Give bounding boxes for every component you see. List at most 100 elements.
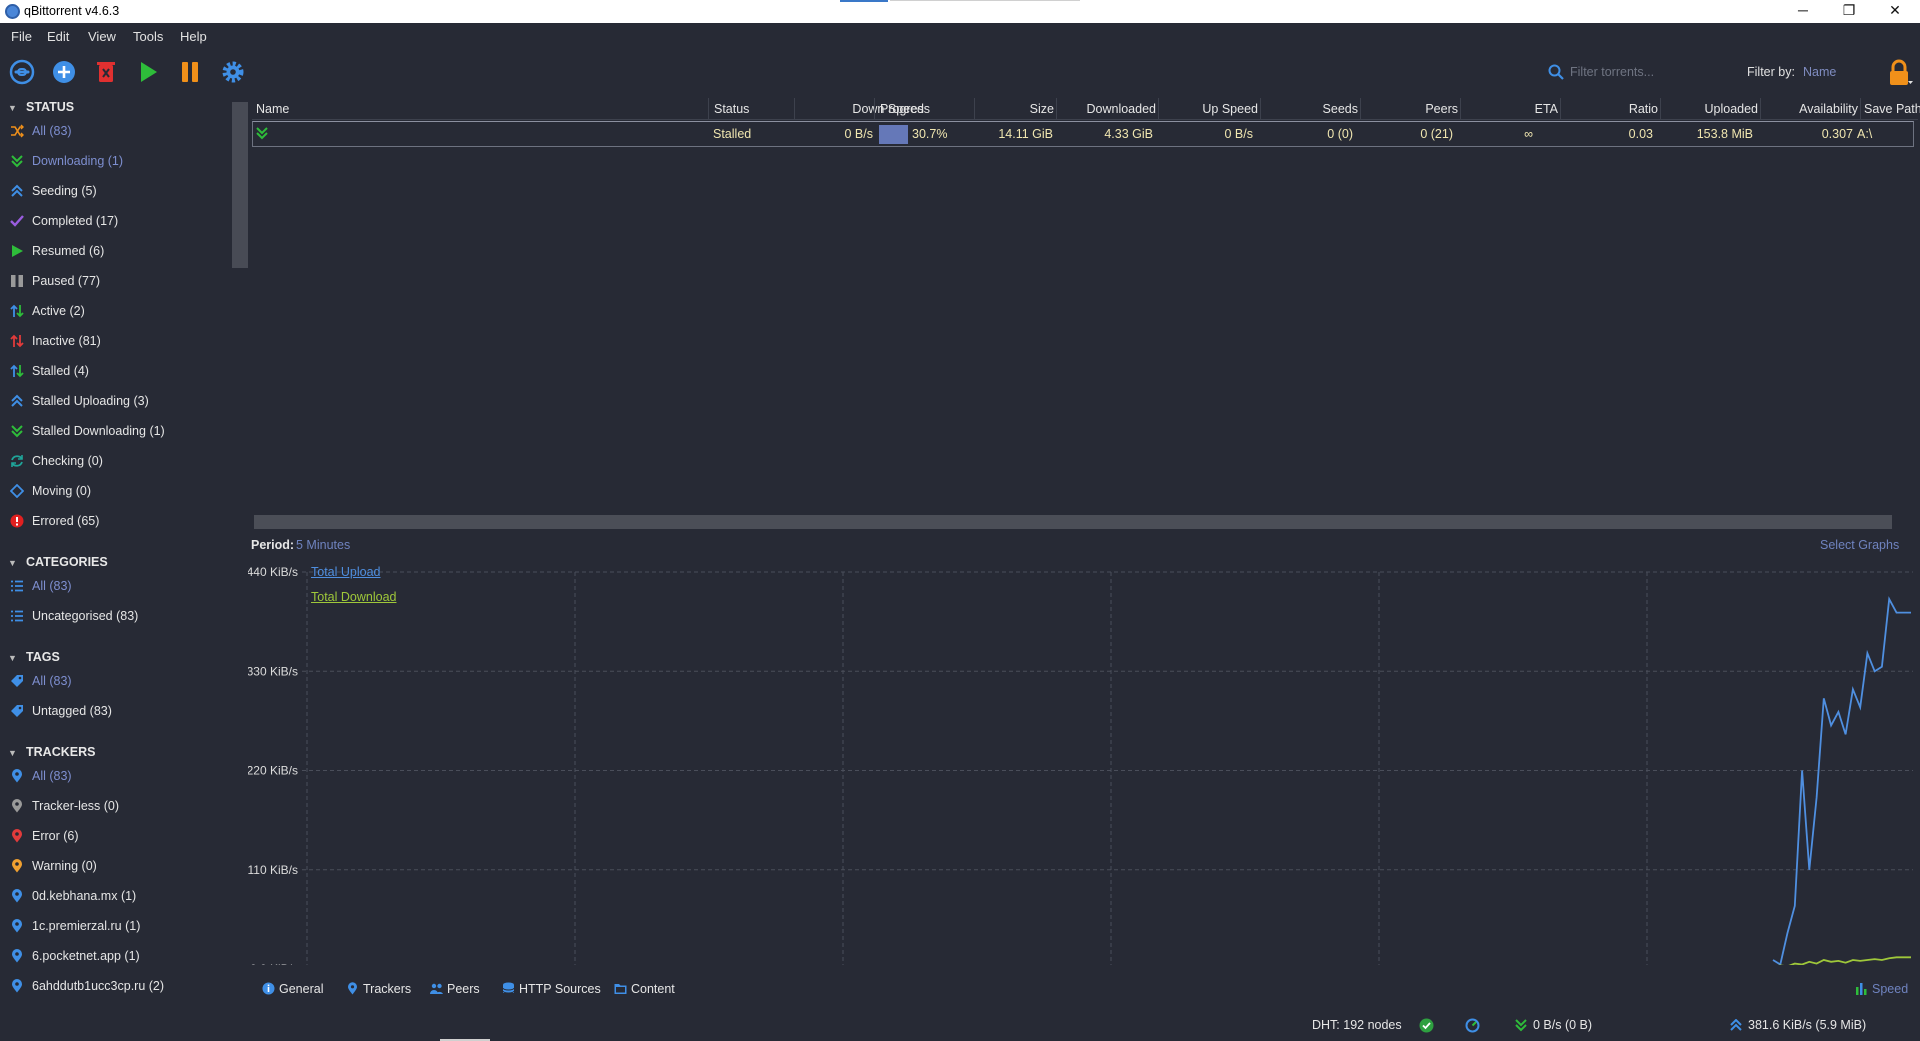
column-divider[interactable] [794, 98, 795, 120]
upload-speed-status[interactable]: 381.6 KiB/s (5.9 MiB) [1748, 1018, 1866, 1032]
tab-content[interactable]: Content [614, 982, 675, 996]
sidebar-item-paused[interactable]: Paused (77) [10, 273, 230, 293]
period-select[interactable]: 5 Minutes [296, 538, 350, 552]
up-down-arrows-icon [10, 364, 24, 378]
add-torrent-link-icon[interactable] [9, 59, 35, 85]
tab-general[interactable]: General [262, 982, 323, 996]
tab-trackers[interactable]: Trackers [346, 982, 411, 996]
sidebar-item-status-all[interactable]: All (83) [10, 123, 230, 143]
sidebar-item-downloading[interactable]: Downloading (1) [10, 153, 230, 173]
filter-torrents-input[interactable] [1570, 63, 1720, 81]
menu-help[interactable]: Help [180, 29, 207, 44]
sidebar-item-label: Error (6) [32, 829, 79, 843]
sidebar-item-label: Untagged (83) [32, 704, 112, 718]
play-icon [12, 245, 23, 257]
sidebar-item-stalled-downloading[interactable]: Stalled Downloading (1) [10, 423, 230, 443]
download-speed-icon [1515, 1019, 1527, 1032]
delete-torrent-icon[interactable] [93, 59, 119, 85]
column-header-uploaded[interactable]: Uploaded [1660, 102, 1758, 118]
connection-status-icon[interactable] [1419, 1018, 1434, 1033]
sidebar-item-seeding[interactable]: Seeding (5) [10, 183, 230, 203]
menu-view[interactable]: View [88, 29, 116, 44]
minimize-button[interactable]: ─ [1780, 0, 1826, 23]
pause-icon[interactable] [177, 59, 203, 85]
sidebar-item-tracker[interactable]: 6.pocketnet.app (1) [10, 948, 230, 968]
table-horizontal-scrollbar[interactable] [254, 515, 1892, 529]
lock-icon[interactable] [1884, 59, 1914, 89]
sidebar-scrollbar[interactable] [232, 102, 248, 268]
column-header-availability[interactable]: Availability [1760, 102, 1858, 118]
sidebar-item-checking[interactable]: Checking (0) [10, 453, 230, 473]
download-speed-status[interactable]: 0 B/s (0 B) [1533, 1018, 1592, 1032]
tab-speed[interactable]: Speed [1855, 982, 1908, 996]
sidebar-item-resumed[interactable]: Resumed (6) [10, 243, 230, 263]
tab-label: Content [631, 982, 675, 996]
sidebar-item-tracker[interactable]: Warning (0) [10, 858, 230, 878]
categories-section-header[interactable]: ▼ CATEGORIES [8, 555, 108, 569]
column-divider[interactable] [1860, 98, 1861, 120]
sidebar-item-label: All (83) [32, 769, 72, 783]
trackers-section-header[interactable]: ▼ TRACKERS [8, 745, 95, 759]
column-header-ratio[interactable]: Ratio [1560, 102, 1658, 118]
select-graphs-link[interactable]: Select Graphs [1820, 538, 1899, 552]
menu-file[interactable]: File [11, 29, 32, 44]
filter-by-select[interactable]: Name [1803, 65, 1836, 79]
sidebar-item-tracker[interactable]: All (83) [10, 768, 230, 788]
menu-tools[interactable]: Tools [133, 29, 163, 44]
sidebar-item-tracker[interactable]: Tracker-less (0) [10, 798, 230, 818]
tracker-pin-icon [12, 769, 22, 783]
column-header-size[interactable]: Size [974, 102, 1054, 118]
column-header-progress[interactable]: Progress [880, 102, 930, 118]
sidebar-item-errored[interactable]: Errored (65) [10, 513, 230, 533]
sidebar-item-tracker[interactable]: 1c.premierzal.ru (1) [10, 918, 230, 938]
add-torrent-file-icon[interactable] [51, 59, 77, 85]
dht-nodes-status: DHT: 192 nodes [1312, 1018, 1402, 1032]
column-header-downloaded[interactable]: Downloaded [1056, 102, 1157, 118]
sidebar-item-label: Inactive (81) [32, 334, 101, 348]
sidebar-item-active[interactable]: Active (2) [10, 303, 230, 323]
column-header-seeds[interactable]: Seeds [1260, 102, 1358, 118]
close-button[interactable]: ✕ [1872, 0, 1918, 23]
tab-http-sources[interactable]: HTTP Sources [502, 982, 601, 996]
sidebar-item-label: All (83) [32, 674, 72, 688]
chevron-down-icon: ▼ [8, 558, 17, 568]
sidebar-item-tracker[interactable]: 0d.kebhana.mx (1) [10, 888, 230, 908]
sidebar-item-tracker[interactable]: Error (6) [10, 828, 230, 848]
table-row[interactable]: Stalled 0 B/s 30.7% 14.11 GiB 4.33 GiB 0… [252, 121, 1914, 147]
sidebar-item-completed[interactable]: Completed (17) [10, 213, 230, 233]
shuffle-icon [11, 124, 24, 138]
toolbar: Filter by: Name [0, 49, 1920, 95]
sidebar-item-uncategorised[interactable]: Uncategorised (83) [10, 608, 230, 628]
sidebar-item-category-all[interactable]: All (83) [10, 578, 230, 598]
tags-section-header[interactable]: ▼ TAGS [8, 650, 60, 664]
status-section-header[interactable]: ▼ STATUS [8, 100, 74, 114]
column-header-peers[interactable]: Peers [1360, 102, 1458, 118]
sidebar-item-tag-all[interactable]: All (83) [10, 673, 230, 693]
column-divider[interactable] [874, 98, 875, 120]
column-header-status[interactable]: Status [714, 102, 749, 118]
sidebar: ▼ STATUS All (83) Downloading (1) Seeding… [0, 95, 250, 1010]
menu-edit[interactable]: Edit [47, 29, 69, 44]
column-header-up-speed[interactable]: Up Speed [1158, 102, 1258, 118]
tab-peers[interactable]: Peers [430, 982, 480, 996]
sidebar-item-moving[interactable]: Moving (0) [10, 483, 230, 503]
sidebar-item-label: Resumed (6) [32, 244, 105, 258]
sidebar-item-stalled-uploading[interactable]: Stalled Uploading (3) [10, 393, 230, 413]
column-header-eta[interactable]: ETA [1460, 102, 1558, 118]
resume-icon[interactable] [135, 59, 161, 85]
chevron-down-icon: ▼ [8, 653, 17, 663]
legend-total-download[interactable]: Total Download [311, 590, 396, 604]
speed-limit-gauge-icon[interactable] [1465, 1018, 1480, 1033]
table-header: Name Status Down Speed Progress Size Dow… [252, 98, 1920, 120]
column-divider[interactable] [708, 98, 709, 120]
column-header-save-path[interactable]: Save Path [1864, 102, 1920, 118]
sidebar-item-inactive[interactable]: Inactive (81) [10, 333, 230, 353]
sidebar-item-untagged[interactable]: Untagged (83) [10, 703, 230, 723]
column-header-name[interactable]: Name [256, 102, 289, 118]
sidebar-item-stalled[interactable]: Stalled (4) [10, 363, 230, 383]
legend-total-upload[interactable]: Total Upload [311, 565, 381, 579]
options-gear-icon[interactable] [220, 59, 246, 85]
sidebar-item-tracker[interactable]: 6ahddutb1ucc3cp.ru (2) [10, 978, 230, 998]
title-bar: qBittorrent v4.6.3 ─ ❐ ✕ [0, 0, 1920, 23]
maximize-button[interactable]: ❐ [1826, 0, 1872, 23]
